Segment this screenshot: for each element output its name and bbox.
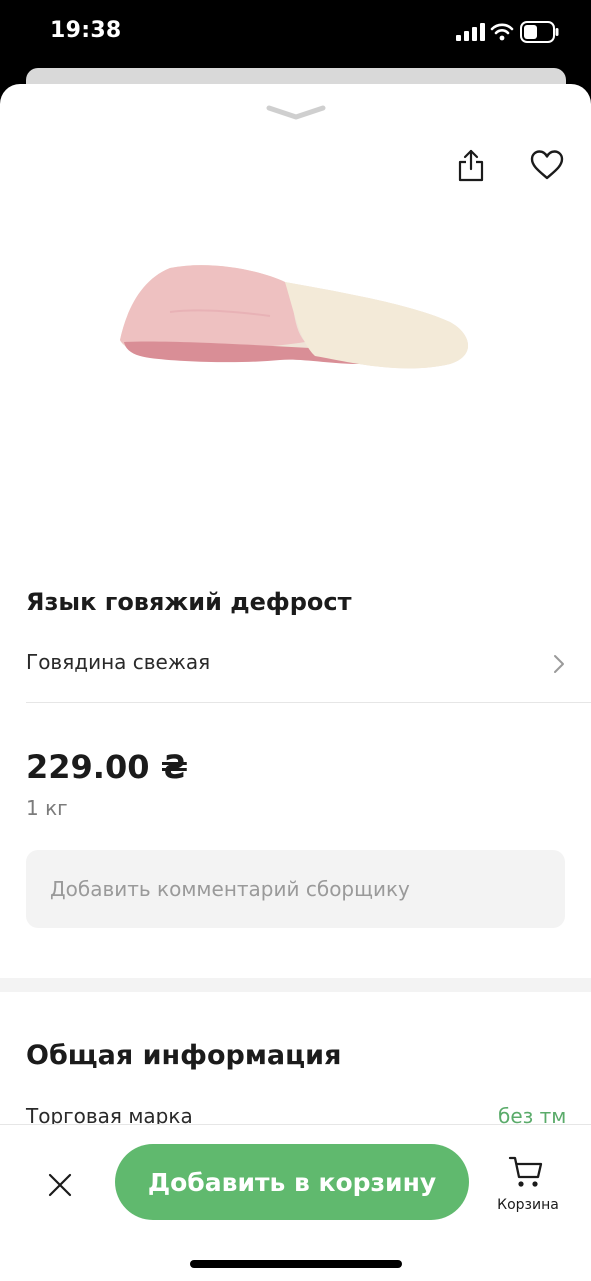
divider (26, 702, 591, 703)
product-title: Язык говяжий дефрост (26, 588, 352, 616)
close-button[interactable] (40, 1165, 80, 1205)
battery-icon (520, 21, 559, 43)
section-separator (0, 978, 591, 992)
cart-icon (508, 1156, 543, 1187)
favorite-button[interactable] (526, 146, 568, 184)
home-indicator (190, 1260, 402, 1268)
category-label: Говядина свежая (26, 650, 211, 674)
product-price: 229.00 ₴ (26, 748, 189, 786)
product-unit: 1 кг (26, 796, 68, 820)
comment-placeholder: Добавить комментарий сборщику (50, 877, 410, 901)
general-info-title: Общая информация (26, 1040, 342, 1071)
heart-icon (530, 150, 564, 180)
product-image (120, 265, 469, 369)
category-link[interactable]: Говядина свежая (0, 638, 591, 702)
product-sheet: Язык говяжий дефрост Говядина свежая 229… (0, 84, 591, 1280)
share-button[interactable] (452, 146, 490, 184)
cart-label: Корзина (497, 1197, 559, 1213)
sheet-handle[interactable] (266, 104, 326, 122)
add-to-cart-button[interactable]: Добавить в корзину (115, 1144, 469, 1220)
bottom-action-bar: Добавить в корзину Корзина (0, 1124, 591, 1281)
cart-button[interactable]: Корзина (490, 1153, 566, 1219)
close-icon (48, 1173, 72, 1197)
status-time: 19:38 (50, 18, 122, 43)
chevron-right-icon (554, 655, 564, 673)
cellular-signal-icon (456, 23, 485, 41)
share-icon (458, 149, 484, 182)
picker-comment-field[interactable]: Добавить комментарий сборщику (26, 850, 565, 928)
wifi-icon (490, 23, 514, 41)
status-bar: 19:38 (0, 0, 591, 64)
